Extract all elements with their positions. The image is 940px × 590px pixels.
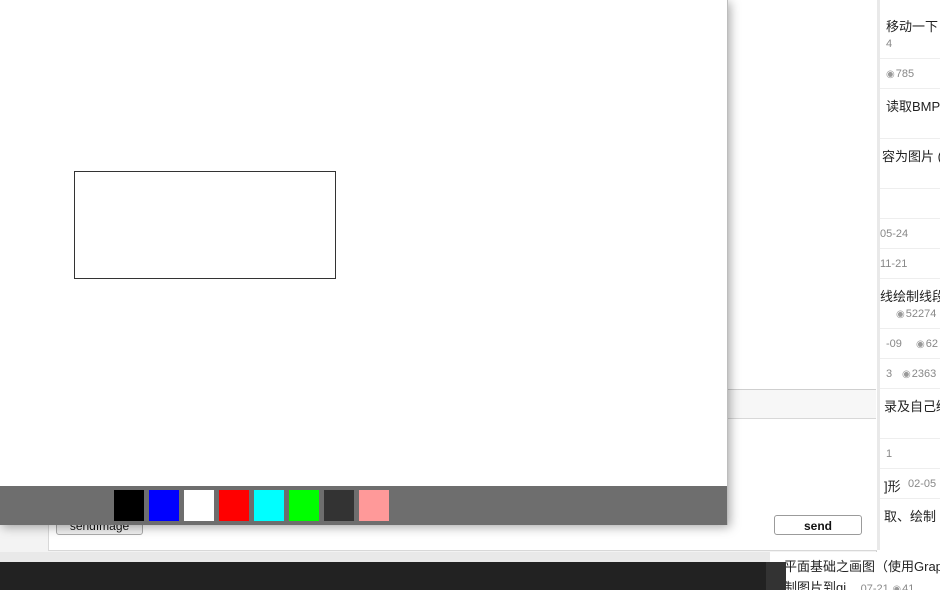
list-item-title[interactable]: 线绘制线段 xyxy=(880,286,940,305)
list-item-views: ◉62 xyxy=(916,338,938,350)
taskbar xyxy=(0,562,766,590)
color-swatch-white[interactable] xyxy=(184,490,214,521)
background-list-bottom: 平面基础之画图（使用Grap 制图片到gi... 07-21 ◉41 xyxy=(770,550,940,590)
color-swatch-dark-gray[interactable] xyxy=(324,490,354,521)
eye-icon: ◉ xyxy=(916,339,925,350)
eye-icon: ◉ xyxy=(896,309,905,320)
list-item-title[interactable]: 录及自己绘 xyxy=(884,396,940,415)
list-item-meta: 11-21 xyxy=(880,258,908,270)
drawing-window xyxy=(0,0,728,525)
list-item-title[interactable]: 制图片到gi... 07-21 ◉41 xyxy=(784,577,914,590)
list-item-meta: 3 xyxy=(886,368,893,380)
color-swatch-black[interactable] xyxy=(114,490,144,521)
list-item-meta: -09 xyxy=(886,338,902,350)
background-article-list: 移动一下 4 ◉785 读取BMP 容为图片 ( 05-24 11-21 线绘制… xyxy=(880,0,940,562)
list-item-title[interactable]: ]形 xyxy=(884,476,901,495)
color-swatch-green[interactable] xyxy=(289,490,319,521)
list-item-views: ◉2363 xyxy=(902,368,937,380)
color-palette xyxy=(0,486,727,525)
color-swatch-blue[interactable] xyxy=(149,490,179,521)
taskbar-edge xyxy=(766,562,786,590)
list-item-title[interactable]: 取、绘制 xyxy=(884,506,936,525)
list-item-meta: 4 xyxy=(886,38,893,50)
list-item-views: ◉52274 xyxy=(896,308,937,320)
color-swatch-cyan[interactable] xyxy=(254,490,284,521)
list-item-title[interactable]: 读取BMP xyxy=(886,96,940,115)
list-item-meta: 1 xyxy=(886,448,893,460)
color-swatch-red[interactable] xyxy=(219,490,249,521)
list-item-meta: 05-24 xyxy=(880,228,909,240)
eye-icon: ◉ xyxy=(902,369,911,380)
drawn-rectangle xyxy=(74,171,336,279)
list-item-title[interactable]: 容为图片 ( xyxy=(882,146,940,165)
drawing-canvas[interactable] xyxy=(0,0,727,486)
color-swatch-pink[interactable] xyxy=(359,490,389,521)
list-item-views: ◉785 xyxy=(886,68,915,80)
list-item-meta: 02-05 xyxy=(908,478,937,490)
eye-icon: ◉ xyxy=(892,584,902,590)
list-item-title[interactable]: 移动一下 xyxy=(886,16,938,35)
send-button[interactable]: send xyxy=(774,515,862,535)
chat-toolbar-strip xyxy=(726,390,876,418)
eye-icon: ◉ xyxy=(886,69,895,80)
list-item-title[interactable]: 平面基础之画图（使用Grap xyxy=(784,556,940,575)
